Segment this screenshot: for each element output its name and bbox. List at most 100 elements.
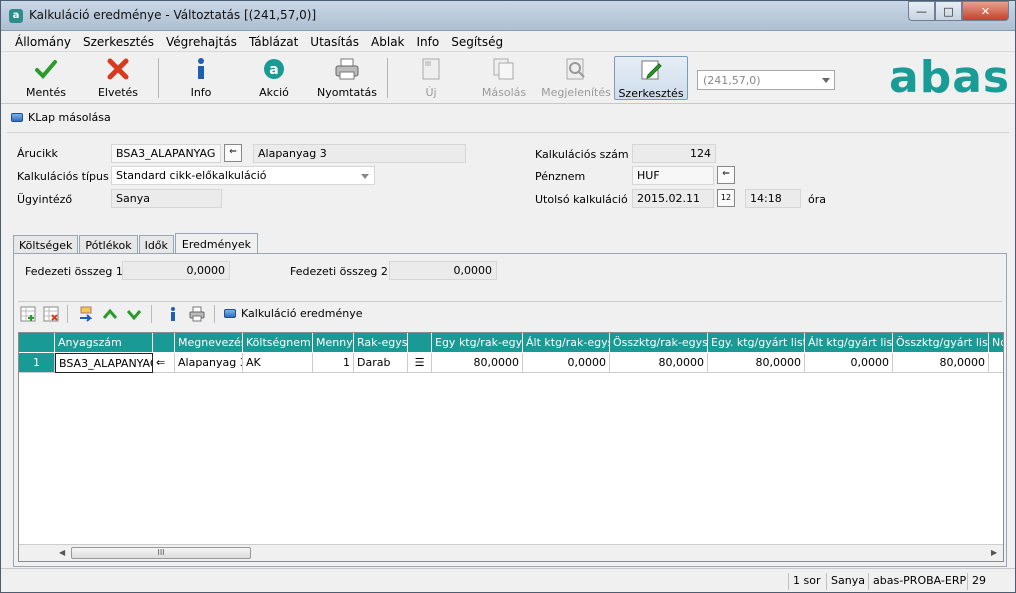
- scroll-left-icon[interactable]: ◀: [59, 548, 65, 557]
- grid-header-stock-unit[interactable]: Rak-egys: [354, 333, 408, 352]
- grid-header-total-prod[interactable]: Összktg/gyárt list: [893, 333, 989, 352]
- menu-execute[interactable]: Végrehajtás: [160, 32, 243, 51]
- grid-header-rownum: [19, 333, 55, 352]
- grid-header-unit-cost-prod[interactable]: Egy. ktg/gyárt list: [708, 333, 805, 352]
- cell-next[interactable]: [989, 353, 1003, 373]
- abas-action-icon: a: [264, 59, 284, 79]
- grid-header-cost-type[interactable]: Költségnem: [243, 333, 313, 352]
- view-button[interactable]: Megjelenítés: [541, 56, 611, 100]
- results-panel: Fedezeti összeg 1 0,0000 Fedezeti összeg…: [13, 253, 1007, 567]
- printer-icon[interactable]: [189, 306, 205, 322]
- currency-lookup-button[interactable]: ⇐: [717, 166, 735, 184]
- cell-stock-unit[interactable]: Darab: [354, 353, 408, 373]
- scrollbar-thumb[interactable]: III: [71, 547, 251, 559]
- cover2-label: Fedezeti összeg 2: [290, 265, 388, 278]
- menu-bar: Állomány Szerkesztés Végrehajtás Tábláza…: [1, 32, 1015, 52]
- new-document-icon: [422, 58, 440, 80]
- discard-button[interactable]: Elvetés: [83, 56, 153, 100]
- calc-number-label: Kalkulációs szám: [535, 148, 629, 161]
- menu-help[interactable]: Segítség: [445, 32, 509, 51]
- agent-label: Ügyintéző: [17, 193, 73, 206]
- save-button[interactable]: Mentés: [11, 56, 81, 100]
- menu-commands[interactable]: Utasítás: [304, 32, 365, 51]
- maximize-button[interactable]: □: [935, 1, 962, 21]
- lookup-icon: ⇐: [156, 356, 166, 369]
- printer-icon: [335, 58, 359, 80]
- menu-file[interactable]: Állomány: [9, 32, 77, 51]
- results-grid: Anyagszám Megnevezés Költségnem Menny Ra…: [18, 332, 1004, 562]
- currency-field[interactable]: HUF: [632, 166, 714, 185]
- grid-header-quantity[interactable]: Menny: [313, 333, 354, 352]
- scroll-right-icon[interactable]: ▶: [991, 548, 997, 557]
- cell-quantity[interactable]: 1: [313, 353, 354, 373]
- cell-unit-button[interactable]: ☰: [408, 353, 432, 373]
- cell-overhead-prod[interactable]: 0,0000: [805, 353, 893, 373]
- cell-total-prod[interactable]: 80,0000: [893, 353, 989, 373]
- copy-button[interactable]: Másolás: [469, 56, 539, 100]
- chevron-down-icon: [822, 78, 830, 83]
- minimize-button[interactable]: —: [908, 1, 935, 21]
- info-button[interactable]: Info: [166, 56, 236, 100]
- row-number[interactable]: 1: [19, 353, 55, 373]
- status-user: Sanya: [826, 573, 869, 590]
- tab-results[interactable]: Eredmények: [174, 233, 258, 254]
- grid-header-unit-cost[interactable]: Egy ktg/rak-egys: [432, 333, 523, 352]
- grid-header-overhead-prod[interactable]: Ált ktg/gyárt list: [805, 333, 893, 352]
- item-label: Árucikk: [17, 147, 58, 160]
- cell-lookup-button[interactable]: ⇐: [153, 353, 175, 373]
- toolbar-separator: [67, 305, 68, 323]
- grid-header-description[interactable]: Megnevezés: [175, 333, 243, 352]
- cell-description[interactable]: Alapanyag 3: [175, 353, 243, 373]
- cell-cost-type[interactable]: AK: [243, 353, 313, 373]
- calc-results-link[interactable]: Kalkuláció eredménye: [224, 307, 362, 320]
- add-row-icon[interactable]: [20, 306, 36, 322]
- window-title: Kalkuláció eredménye - Változtatás [(241…: [29, 8, 317, 22]
- divider: [7, 132, 1009, 133]
- calc-type-label: Kalkulációs típus: [17, 170, 109, 183]
- blue-button-icon: [224, 309, 236, 318]
- tab-times[interactable]: Idők: [138, 235, 174, 253]
- info-icon[interactable]: [165, 306, 181, 322]
- close-button[interactable]: ✕: [962, 1, 1009, 21]
- svg-text:a: a: [269, 62, 278, 78]
- calendar-button[interactable]: 12: [717, 189, 735, 207]
- calc-number-field: 124: [632, 144, 716, 163]
- status-rows: 1 sor: [788, 573, 824, 590]
- grid-header-overhead-cost[interactable]: Ált ktg/rak-egys: [523, 333, 610, 352]
- application-window: a Kalkuláció eredménye - Változtatás [(2…: [0, 0, 1016, 593]
- calc-type-select[interactable]: Standard cikk-előkalkuláció: [111, 166, 375, 185]
- grid-header-next[interactable]: No: [989, 333, 1003, 352]
- insert-row-icon[interactable]: [78, 306, 94, 322]
- new-button[interactable]: Új: [396, 56, 466, 100]
- action-button[interactable]: a Akció: [239, 56, 309, 100]
- copy-klap-link[interactable]: KLap másolása: [11, 111, 111, 124]
- last-calc-date: 2015.02.11: [632, 189, 714, 208]
- menu-table[interactable]: Táblázat: [243, 32, 304, 51]
- tab-costs[interactable]: Költségek: [13, 235, 79, 253]
- edit-pencil-icon: [641, 60, 662, 80]
- horizontal-scrollbar[interactable]: ◀ III ▶: [19, 544, 1003, 561]
- cell-total-cost[interactable]: 80,0000: [610, 353, 708, 373]
- cell-unit-cost-prod[interactable]: 80,0000: [708, 353, 805, 373]
- item-lookup-button[interactable]: ⇐: [224, 144, 242, 162]
- menu-info[interactable]: Info: [411, 32, 446, 51]
- record-selector-combo[interactable]: (241,57,0): [697, 70, 835, 90]
- print-button[interactable]: Nyomtatás: [312, 56, 382, 100]
- delete-row-icon[interactable]: [43, 306, 59, 322]
- grid-header-total-cost[interactable]: Összktg/rak-egys: [610, 333, 708, 352]
- item-description: Alapanyag 3: [253, 144, 466, 163]
- edit-button[interactable]: Szerkesztés: [614, 56, 688, 100]
- status-system: abas-PROBA-ERP: [868, 573, 970, 590]
- grid-header-material-no[interactable]: Anyagszám: [55, 333, 153, 352]
- item-field[interactable]: BSA3_ALAPANYAG: [111, 144, 221, 163]
- cell-unit-cost[interactable]: 80,0000: [432, 353, 523, 373]
- cell-overhead-cost[interactable]: 0,0000: [523, 353, 610, 373]
- move-up-icon[interactable]: [102, 306, 118, 322]
- lookup-icon: ⇐: [229, 147, 237, 157]
- menu-edit[interactable]: Szerkesztés: [77, 32, 160, 51]
- menu-window[interactable]: Ablak: [365, 32, 410, 51]
- cell-material-no[interactable]: BSA3_ALAPANYAG: [55, 353, 153, 373]
- move-down-icon[interactable]: [126, 306, 142, 322]
- grid-toolbar: Kalkuláció eredménye: [18, 301, 1002, 325]
- tab-surcharges[interactable]: Pótlékok: [79, 235, 138, 253]
